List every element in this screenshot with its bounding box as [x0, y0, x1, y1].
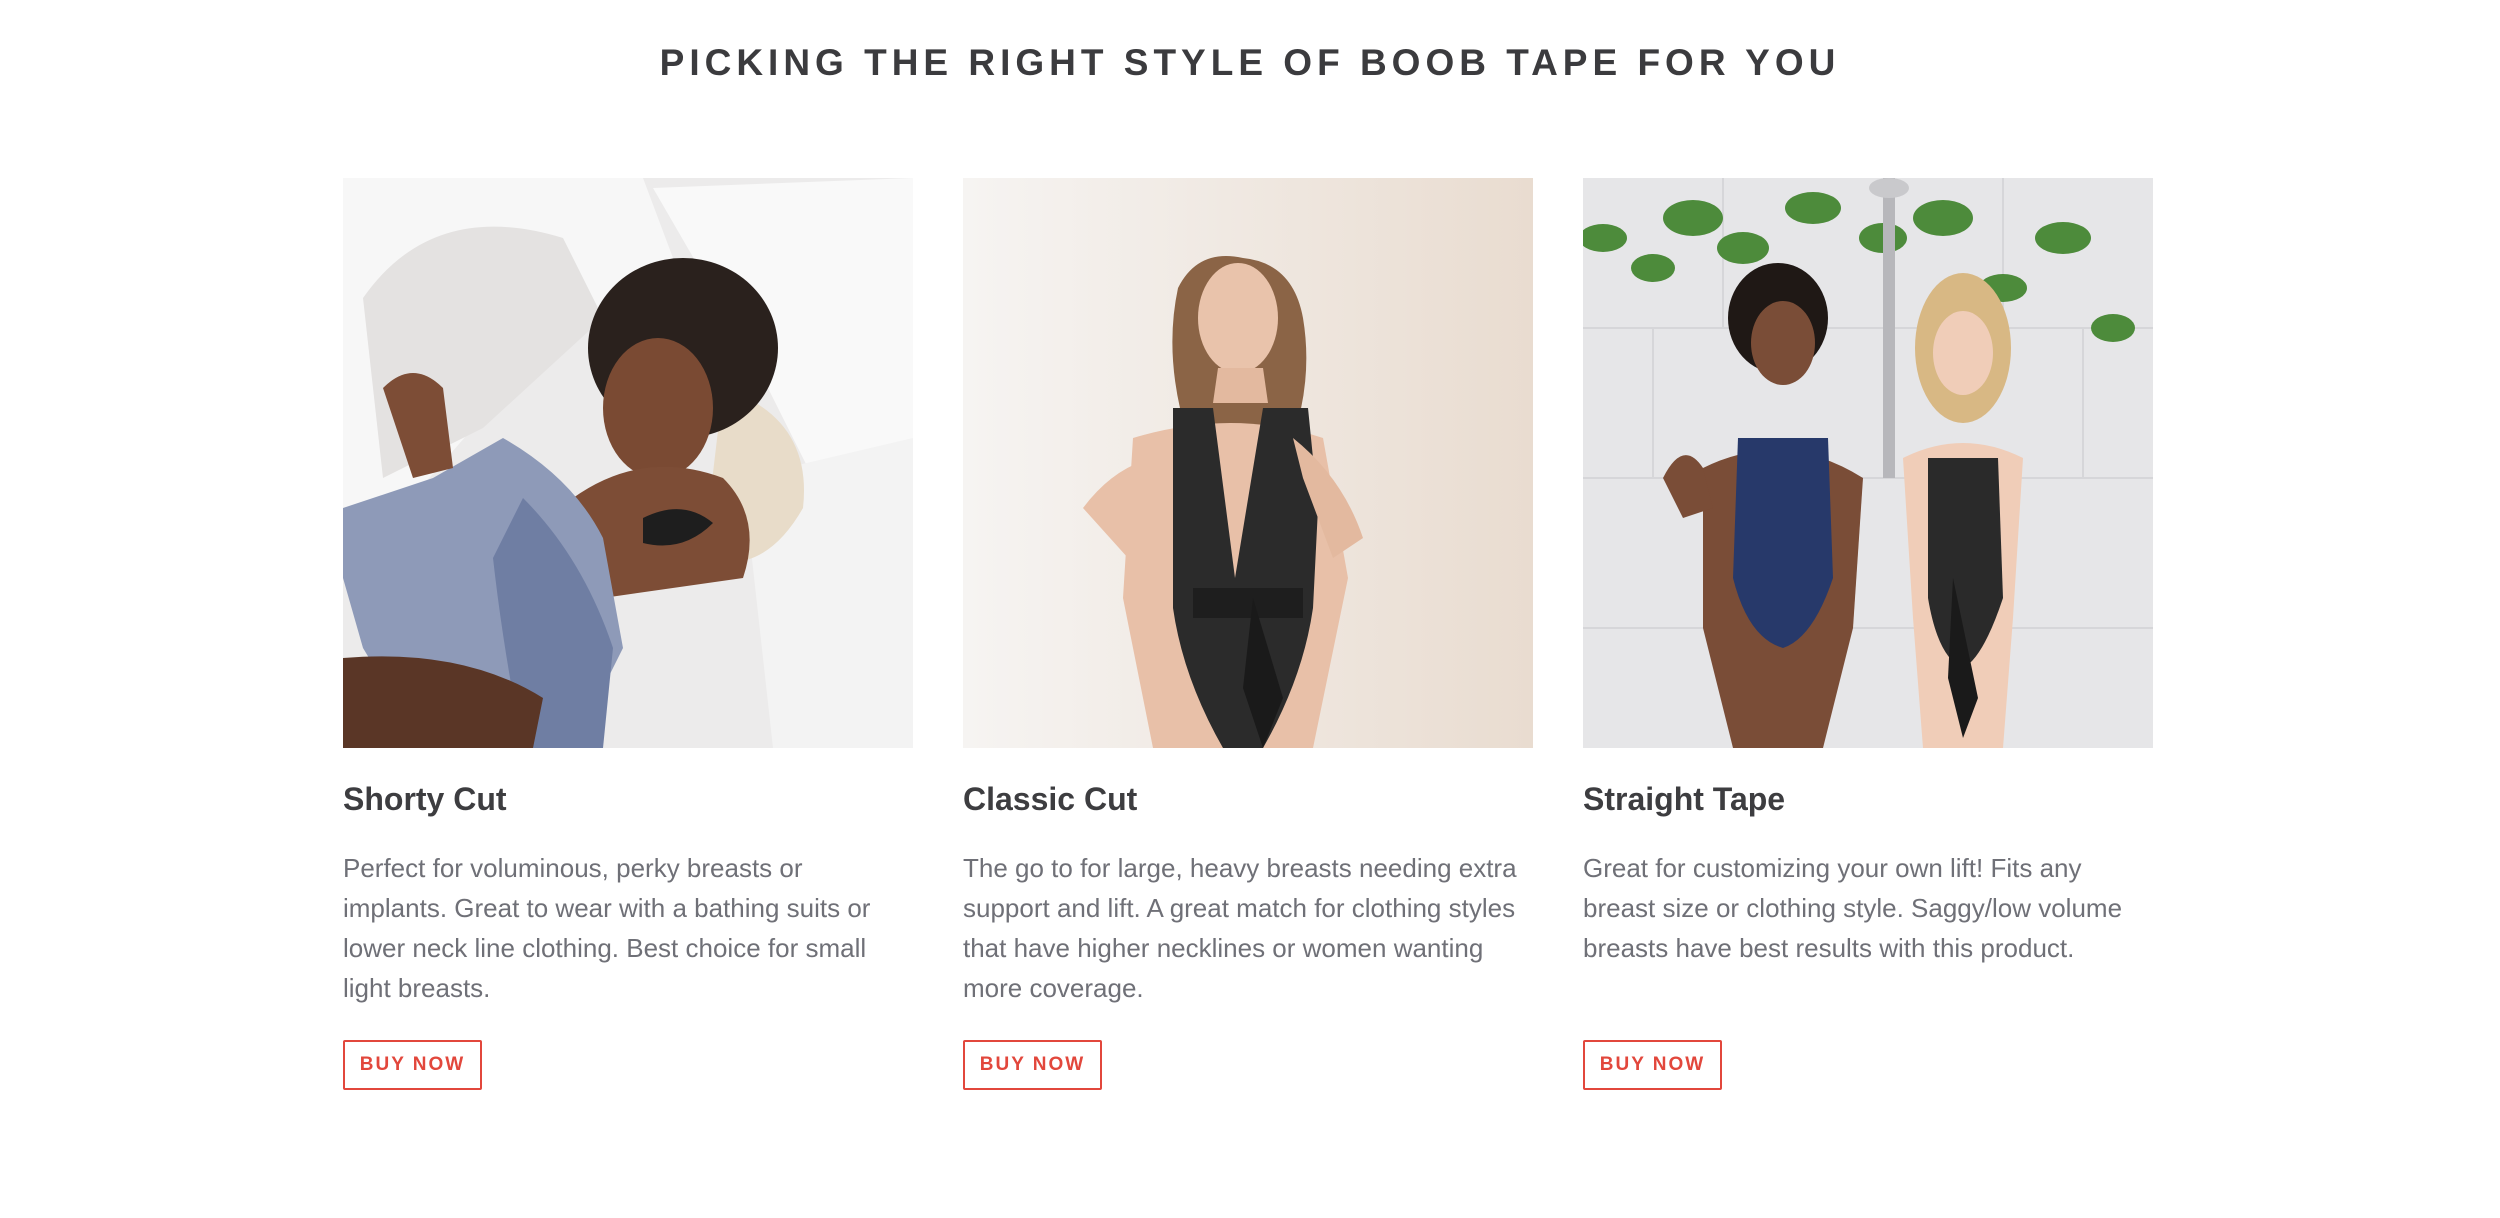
- product-description: Great for customizing your own lift! Fit…: [1583, 853, 2123, 963]
- buy-now-button[interactable]: BUY NOW: [1583, 1040, 1722, 1090]
- product-cards: Shorty Cut Perfect for voluminous, perky…: [343, 178, 2153, 1090]
- product-card-shorty-cut: Shorty Cut Perfect for voluminous, perky…: [343, 178, 913, 1090]
- section-title: PICKING THE RIGHT STYLE OF BOOB TAPE FOR…: [659, 42, 1841, 83]
- product-title: Shorty Cut: [343, 781, 507, 817]
- buy-now-button[interactable]: BUY NOW: [343, 1040, 482, 1090]
- product-image[interactable]: [1583, 178, 2153, 748]
- product-card-classic-cut: Classic Cut The go to for large, heavy b…: [963, 178, 1533, 1090]
- product-image[interactable]: [963, 178, 1533, 748]
- photo-two-women-shower: [1583, 178, 2153, 748]
- photo-woman-black-bodysuit: [963, 178, 1533, 748]
- product-title: Classic Cut: [963, 781, 1138, 817]
- product-description: The go to for large, heavy breasts needi…: [963, 853, 1517, 1003]
- product-description: Perfect for voluminous, perky breasts or…: [343, 853, 871, 1003]
- product-image[interactable]: [343, 178, 913, 748]
- buy-now-button[interactable]: BUY NOW: [963, 1040, 1102, 1090]
- product-title: Straight Tape: [1583, 781, 1786, 817]
- product-card-straight-tape: Straight Tape Great for customizing your…: [1583, 178, 2153, 1090]
- photo-woman-on-pillows: [343, 178, 913, 748]
